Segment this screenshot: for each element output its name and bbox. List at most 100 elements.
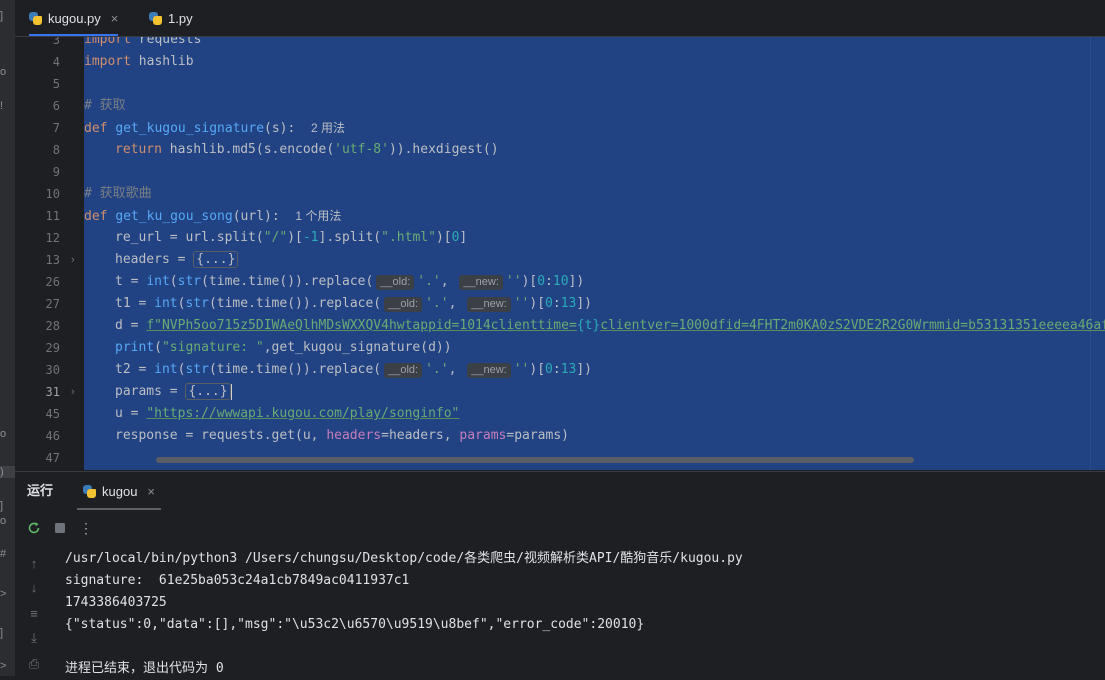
folded-region[interactable]: {...} bbox=[185, 383, 231, 400]
right-margin-guide bbox=[1090, 37, 1091, 470]
code-editor[interactable]: 3 4 5 6 7 8 9 10 11 12 13 › 26 27 28 29 … bbox=[15, 37, 1105, 470]
code-text: )[ bbox=[435, 230, 452, 245]
python-file-icon bbox=[83, 484, 96, 498]
number-literal: 0 bbox=[545, 362, 553, 377]
run-toolbar: ⋮ bbox=[15, 510, 1105, 546]
stop-icon[interactable] bbox=[47, 515, 73, 541]
code-text: ( bbox=[169, 274, 178, 289]
code-line: print("signature: ",get_kugou_signature(… bbox=[115, 337, 452, 359]
close-tab-icon[interactable]: × bbox=[111, 11, 119, 26]
run-tool-window: 运行 kugou × ⋮ ↑ ↓ ≡ ⤓ ⎙ /usr/local/bin/py… bbox=[15, 471, 1105, 676]
code-text: )[ bbox=[529, 296, 546, 311]
line-number: 7 bbox=[52, 121, 60, 135]
code-text: response = requests.get(u, bbox=[115, 428, 327, 443]
code-text: (time.time()).replace( bbox=[208, 296, 382, 311]
project-icon[interactable]: ] bbox=[0, 10, 15, 22]
horizontal-scrollbar[interactable] bbox=[156, 457, 914, 463]
code-line: def get_ku_gou_song(url): 1 个用法 bbox=[84, 205, 341, 227]
tool-icon[interactable]: > bbox=[0, 660, 15, 672]
soft-wrap-icon[interactable]: ≡ bbox=[26, 606, 42, 621]
code-selection-area[interactable]: import requests import hashlib # 获取 def … bbox=[84, 37, 1105, 470]
line-number: 27 bbox=[45, 297, 60, 311]
string-literal: '.' bbox=[425, 296, 449, 311]
builtin-name: int bbox=[154, 362, 178, 377]
code-text: , bbox=[448, 362, 465, 377]
code-text: : bbox=[552, 296, 561, 311]
line-number: 4 bbox=[52, 55, 60, 69]
usages-hint[interactable]: 2 用法 bbox=[311, 121, 345, 135]
keyword-argument: headers bbox=[326, 428, 382, 443]
code-text: ]) bbox=[576, 296, 593, 311]
python-file-icon bbox=[29, 11, 42, 25]
code-text: =params) bbox=[506, 428, 569, 443]
line-number: 3 bbox=[52, 37, 60, 47]
fold-expand-icon[interactable]: › bbox=[71, 249, 75, 271]
more-icon[interactable]: ⋮ bbox=[73, 515, 99, 541]
line-number: 8 bbox=[52, 143, 60, 157]
code-line: def get_kugou_signature(s): 2 用法 bbox=[84, 117, 345, 139]
print-icon[interactable]: ⎙ bbox=[26, 656, 42, 672]
tab-label: kugou.py bbox=[48, 10, 101, 26]
string-literal: '' bbox=[513, 296, 530, 311]
line-number: 29 bbox=[45, 341, 60, 355]
line-number: 5 bbox=[52, 77, 60, 91]
console-line: 1743386403725 bbox=[65, 595, 167, 610]
arrow-down-icon[interactable]: ↓ bbox=[26, 580, 42, 595]
tool-icon[interactable]: o bbox=[0, 515, 15, 527]
comment: # 获取 bbox=[84, 98, 126, 113]
run-panel-header: 运行 kugou × bbox=[15, 472, 1105, 510]
run-config-tab[interactable]: kugou × bbox=[76, 472, 162, 510]
folded-region[interactable]: {...} bbox=[193, 251, 239, 268]
tool-icon[interactable]: ] bbox=[0, 500, 15, 512]
code-line-current: params = {...} bbox=[115, 381, 232, 403]
tool-icon[interactable]: o bbox=[0, 66, 15, 78]
left-tool-strip: ] o ! o ) ] o # > ] > bbox=[0, 0, 16, 676]
close-run-tab-icon[interactable]: × bbox=[147, 484, 155, 499]
usages-hint[interactable]: 1 个用法 bbox=[295, 209, 341, 223]
parameter-hint: __old: bbox=[384, 363, 423, 378]
tab-1-py[interactable]: 1.py bbox=[149, 0, 193, 36]
run-tool-icon[interactable]: ) bbox=[0, 466, 15, 478]
rerun-icon[interactable] bbox=[21, 515, 47, 541]
number-literal: 13 bbox=[560, 296, 577, 311]
code-text: : bbox=[545, 274, 553, 289]
line-number: 45 bbox=[45, 407, 60, 421]
tool-icon[interactable]: o bbox=[0, 428, 15, 440]
code-line: return hashlib.md5(s.encode('utf-8')).he… bbox=[115, 139, 499, 161]
tool-icon[interactable]: ] bbox=[0, 627, 15, 639]
tool-icon[interactable]: # bbox=[0, 548, 15, 560]
parameter-hint: __new: bbox=[467, 363, 511, 378]
code-line: # 获取 bbox=[84, 95, 126, 117]
console-line: /usr/local/bin/python3 /Users/chungsu/De… bbox=[65, 551, 743, 566]
builtin-name: str bbox=[177, 274, 202, 289]
keyword: import bbox=[84, 54, 131, 69]
line-number: 6 bbox=[52, 99, 60, 113]
tab-kugou-py[interactable]: kugou.py × bbox=[29, 0, 119, 36]
tool-icon[interactable]: ! bbox=[0, 100, 15, 112]
code-line: re_url = url.split("/")[-1].split(".html… bbox=[115, 227, 467, 249]
arrow-up-icon[interactable]: ↑ bbox=[26, 556, 42, 571]
string-literal: f"NVPh5oo715z5DIWAeQlhMDsWXXQV4hwtappid=… bbox=[146, 318, 577, 333]
code-text: requests bbox=[130, 37, 202, 47]
number-literal: -1 bbox=[302, 230, 319, 245]
scroll-to-end-icon[interactable]: ⤓ bbox=[26, 630, 42, 646]
number-literal: 10 bbox=[552, 274, 569, 289]
console-output[interactable]: /usr/local/bin/python3 /Users/chungsu/De… bbox=[65, 548, 1105, 676]
console-line: signature: 61e25ba053c24a1cb7849ac041193… bbox=[65, 573, 410, 588]
fold-expand-icon[interactable]: › bbox=[71, 381, 75, 403]
keyword: def bbox=[84, 121, 108, 136]
code-text: t1 = bbox=[115, 296, 155, 311]
code-line: import hashlib bbox=[84, 51, 194, 73]
parameter-hint: __new: bbox=[459, 275, 503, 290]
string-literal: '.' bbox=[425, 362, 449, 377]
code-line: headers = {...} bbox=[115, 249, 239, 271]
builtin-name: str bbox=[185, 362, 209, 377]
code-text: (url): bbox=[232, 209, 280, 224]
string-literal: "/" bbox=[263, 230, 288, 245]
tool-icon[interactable]: > bbox=[0, 588, 15, 600]
line-number: 13 bbox=[45, 253, 60, 267]
string-literal: '' bbox=[513, 362, 530, 377]
line-number: 46 bbox=[45, 429, 60, 443]
builtin-name: int bbox=[154, 296, 178, 311]
string-literal: '' bbox=[505, 274, 522, 289]
